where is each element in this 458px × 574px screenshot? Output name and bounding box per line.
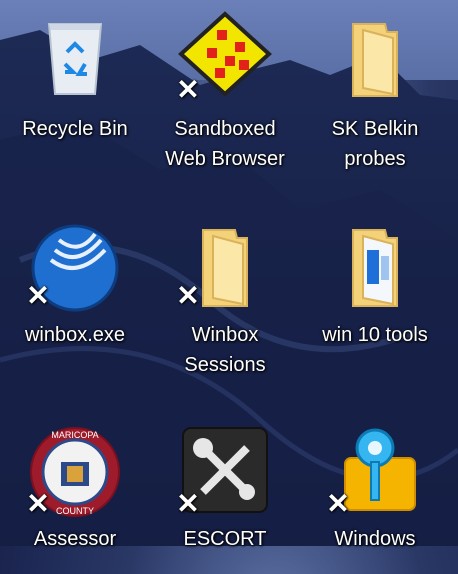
desktop-icon-assessor[interactable]: MARICOPA COUNTY ✕ Assessor [0,424,150,574]
desktop-icon-windows[interactable]: ✕ Windows [300,424,450,574]
shortcut-arrow-icon: ✕ [26,280,50,311]
desktop-icon-label: SK Belkin probes [331,118,419,170]
desktop-icon-label: ESCORT [183,528,267,550]
desktop-icon-sandboxed-web-browser[interactable]: ✕ Sandboxed Web Browser [150,10,300,170]
desktop-icon-sk-belkin-probes[interactable]: SK Belkin probes [300,10,450,170]
desktop-icon-label: Recycle Bin [22,118,128,140]
desktop-icon-winbox-sessions[interactable]: ✕ Winbox Sessions [150,220,300,376]
desktop-icon-label: Winbox Sessions [184,324,266,376]
seal-bottom-text: COUNTY [56,506,94,516]
desktop-icon-label: Windows [334,528,416,550]
desktop-icon-label: winbox.exe [24,324,126,346]
shortcut-arrow-icon: ✕ [176,74,200,105]
desktop-icon-label: Sandboxed Web Browser [165,118,285,170]
folder-icon [352,23,398,97]
seal-top-text: MARICOPA [51,430,98,440]
desktop-icon-win-10-tools[interactable]: win 10 tools [300,220,450,370]
desktop-icon-escort[interactable]: ✕ ESCORT [150,424,300,574]
shortcut-arrow-icon: ✕ [176,280,200,311]
recycle-bin-icon [47,23,103,95]
folder-icon [352,229,398,307]
desktop-icon-label: Assessor [33,528,117,550]
shortcut-arrow-icon: ✕ [326,488,350,519]
shortcut-arrow-icon: ✕ [26,488,50,519]
desktop-icon-label: win 10 tools [322,324,428,346]
desktop-icon-winbox-exe[interactable]: ✕ winbox.exe [0,220,150,370]
shortcut-arrow-icon: ✕ [176,488,200,519]
desktop-icon-recycle-bin[interactable]: Recycle Bin [0,10,150,160]
